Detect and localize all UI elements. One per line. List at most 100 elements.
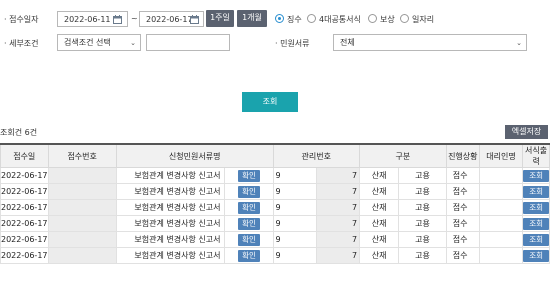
row-mgmt-b: 7 — [315, 215, 361, 232]
row-status: 접수 — [445, 199, 480, 216]
row-agent — [478, 215, 524, 232]
date-label: · 접수일자 — [4, 15, 39, 24]
excel-save-button[interactable]: 엑셀저장 — [505, 125, 548, 139]
row-date: 2022-06-17 — [0, 199, 49, 216]
doc-select-value: 전체 — [340, 38, 355, 47]
row-confirm-cell: 확인 — [224, 167, 274, 184]
row-receipt-no — [47, 167, 117, 184]
row-doc-name: 보험관계 변경사항 신고서 — [115, 247, 226, 264]
row-receipt-no — [47, 247, 117, 264]
radio-4dae-label: 4대공통서식 — [319, 15, 361, 24]
radio-bosang[interactable] — [368, 14, 377, 23]
row-mgmt-b: 7 — [315, 183, 361, 200]
row-type1: 산재 — [359, 215, 400, 232]
radio-jingsu-label: 징수 — [287, 15, 302, 24]
row-status: 접수 — [445, 215, 480, 232]
table-row: 2022-06-17 보험관계 변경사항 신고서 확인 9 7 산재 고용 접수… — [0, 167, 550, 184]
print-view-button[interactable]: 조회 — [523, 217, 549, 230]
row-type1: 산재 — [359, 183, 400, 200]
one-month-button[interactable]: 1개월 — [237, 10, 267, 27]
row-mgmt-a: 9 — [272, 167, 317, 184]
col-status: 진행상황 — [445, 143, 480, 168]
table-row: 2022-06-17 보험관계 변경사항 신고서 확인 9 7 산재 고용 접수… — [0, 215, 550, 232]
radio-jingsu[interactable] — [275, 14, 284, 23]
row-date: 2022-06-17 — [0, 247, 49, 264]
confirm-button[interactable]: 확인 — [238, 233, 260, 246]
row-date: 2022-06-17 — [0, 215, 49, 232]
col-type: 구분 — [359, 143, 447, 168]
chevron-down-icon: ⌄ — [130, 39, 136, 47]
radio-iljari[interactable] — [400, 14, 409, 23]
calendar-icon[interactable] — [113, 15, 122, 24]
row-type2: 고용 — [398, 167, 447, 184]
col-print: 서식출력 — [522, 143, 550, 168]
result-count: 조회건 6건 — [0, 128, 38, 137]
row-mgmt-b: 7 — [315, 247, 361, 264]
date-from-input[interactable]: 2022-06-11 — [57, 11, 128, 27]
row-mgmt-b: 7 — [315, 167, 361, 184]
row-type2: 고용 — [398, 183, 447, 200]
row-type1: 산재 — [359, 231, 400, 248]
doc-select[interactable]: 전체 ⌄ — [333, 34, 527, 51]
row-type2: 고용 — [398, 215, 447, 232]
table-row: 2022-06-17 보험관계 변경사항 신고서 확인 9 7 산재 고용 접수… — [0, 231, 550, 248]
date-from-value: 2022-06-11 — [64, 15, 111, 24]
radio-4dae[interactable] — [307, 14, 316, 23]
row-date: 2022-06-17 — [0, 167, 49, 184]
confirm-button[interactable]: 확인 — [238, 201, 260, 214]
col-mgmt-no: 관리번호 — [272, 143, 361, 168]
date-separator: ~ — [131, 14, 138, 23]
row-print-cell: 조회 — [522, 199, 550, 216]
row-print-cell: 조회 — [522, 183, 550, 200]
row-agent — [478, 167, 524, 184]
row-date: 2022-06-17 — [0, 183, 49, 200]
confirm-button[interactable]: 확인 — [238, 169, 260, 182]
print-view-button[interactable]: 조회 — [523, 169, 549, 182]
row-receipt-no — [47, 199, 117, 216]
print-view-button[interactable]: 조회 — [523, 201, 549, 214]
doc-label: · 민원서류 — [275, 39, 310, 48]
date-to-input[interactable]: 2022-06-17 — [139, 11, 204, 27]
row-type1: 산재 — [359, 167, 400, 184]
row-status: 접수 — [445, 247, 480, 264]
row-confirm-cell: 확인 — [224, 199, 274, 216]
print-view-button[interactable]: 조회 — [523, 233, 549, 246]
row-print-cell: 조회 — [522, 167, 550, 184]
calendar-icon[interactable] — [190, 15, 199, 24]
print-view-button[interactable]: 조회 — [523, 185, 549, 198]
row-agent — [478, 231, 524, 248]
results-table: 접수일 접수번호 신청민원서류명 관리번호 구분 진행상황 대리인명 서식출력 … — [0, 143, 550, 264]
row-type1: 산재 — [359, 199, 400, 216]
row-confirm-cell: 확인 — [224, 247, 274, 264]
col-doc-name: 신청민원서류명 — [115, 143, 274, 168]
confirm-button[interactable]: 확인 — [238, 217, 260, 230]
detail-select-value: 검색조건 선택 — [64, 38, 111, 47]
row-print-cell: 조회 — [522, 231, 550, 248]
row-doc-name: 보험관계 변경사항 신고서 — [115, 199, 226, 216]
confirm-button[interactable]: 확인 — [238, 249, 260, 262]
row-confirm-cell: 확인 — [224, 231, 274, 248]
row-print-cell: 조회 — [522, 215, 550, 232]
detail-select[interactable]: 검색조건 선택 ⌄ — [57, 34, 141, 51]
one-week-button[interactable]: 1주일 — [206, 10, 234, 27]
table-row: 2022-06-17 보험관계 변경사항 신고서 확인 9 7 산재 고용 접수… — [0, 183, 550, 200]
row-type2: 고용 — [398, 231, 447, 248]
col-agent: 대리인명 — [478, 143, 524, 168]
confirm-button[interactable]: 확인 — [238, 185, 260, 198]
row-receipt-no — [47, 231, 117, 248]
row-mgmt-a: 9 — [272, 199, 317, 216]
row-date: 2022-06-17 — [0, 231, 49, 248]
row-doc-name: 보험관계 변경사항 신고서 — [115, 183, 226, 200]
row-status: 접수 — [445, 167, 480, 184]
row-mgmt-a: 9 — [272, 183, 317, 200]
search-button[interactable]: 조회 — [242, 92, 298, 112]
detail-input[interactable] — [146, 34, 230, 51]
row-doc-name: 보험관계 변경사항 신고서 — [115, 215, 226, 232]
table-row: 2022-06-17 보험관계 변경사항 신고서 확인 9 7 산재 고용 접수… — [0, 247, 550, 264]
row-status: 접수 — [445, 231, 480, 248]
print-view-button[interactable]: 조회 — [523, 249, 549, 262]
row-agent — [478, 199, 524, 216]
row-mgmt-a: 9 — [272, 215, 317, 232]
col-date: 접수일 — [0, 143, 49, 168]
row-doc-name: 보험관계 변경사항 신고서 — [115, 167, 226, 184]
